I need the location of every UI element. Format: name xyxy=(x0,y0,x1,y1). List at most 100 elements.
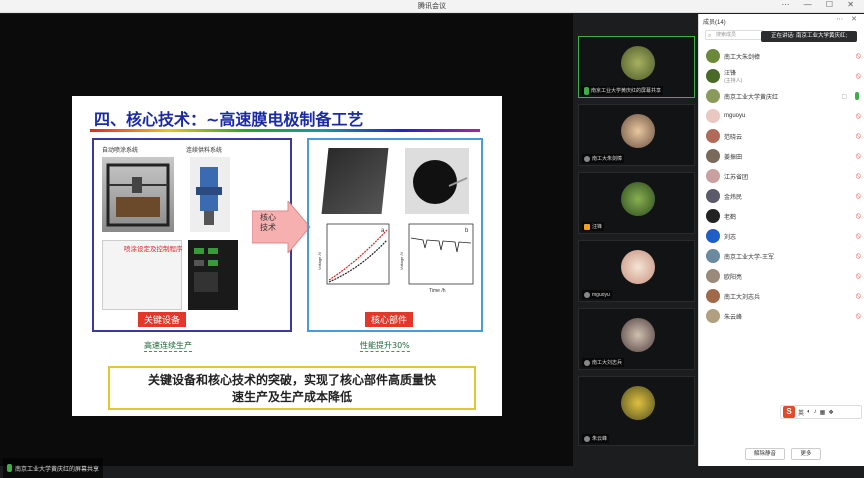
list-item[interactable]: 老鹤 ⦸ xyxy=(699,206,864,226)
list-item[interactable]: 南京工业大学黄庆红 ▢ xyxy=(699,86,864,106)
tile-name: 朱云峰 xyxy=(592,436,608,442)
microphone-muted-icon[interactable]: ⦸ xyxy=(856,71,861,81)
microphone-muted-icon[interactable]: ⦸ xyxy=(856,151,861,161)
avatar xyxy=(706,69,720,83)
list-item[interactable]: 刘志 ⦸ xyxy=(699,226,864,246)
panel-controls[interactable]: ⋯ ✕ xyxy=(836,15,860,23)
arrow-text-line-1: 核心 xyxy=(260,213,276,222)
microphone-icon[interactable]: ♪ xyxy=(814,409,817,415)
microphone-muted-icon[interactable]: ⦸ xyxy=(856,171,861,181)
microphone-muted-icon[interactable]: ⦸ xyxy=(856,131,861,141)
control-panel-screenshot xyxy=(188,240,238,310)
presentation-slide: 四、核心技术：~高速膜电极制备工艺 自动喷涂系统 连续供料系统 喷涂设定及控制程… xyxy=(72,96,502,416)
title-underline xyxy=(90,129,480,132)
member-name: 南工大刘志兵 xyxy=(724,294,761,301)
video-tile[interactable]: 南工大朱剑樟 xyxy=(578,104,695,166)
microphone-muted-icon[interactable]: ⦸ xyxy=(856,111,861,121)
video-tile[interactable]: 汪锋 xyxy=(578,172,695,234)
member-name: 江苏省团 xyxy=(724,174,749,181)
list-item[interactable]: 南工大朱剑樟 ⦸ xyxy=(699,46,864,66)
list-item[interactable]: 金炜民 ⦸ xyxy=(699,186,864,206)
core-technology-arrow: 核心 技术 xyxy=(251,199,312,258)
member-name: 金炜民 xyxy=(724,194,743,201)
microphone-muted-icon[interactable]: ⦸ xyxy=(856,231,861,241)
membrane-electrode-photo xyxy=(321,148,389,214)
member-name: 南工大朱剑樟 xyxy=(724,54,761,61)
member-name: 南京工业大学-王军 xyxy=(724,254,774,261)
microphone-off-icon xyxy=(584,291,590,298)
list-item[interactable]: 汪锋 (主持人) ⦸ xyxy=(699,66,864,86)
control-program-caption: 喷涂设定及控制程序 xyxy=(124,246,183,253)
avatar xyxy=(706,169,720,183)
tile-name: 南工大朱剑樟 xyxy=(592,156,623,162)
speaking-text: 正在讲话: 南京工业大学黄庆红; xyxy=(771,33,848,39)
list-item[interactable]: mguoyu ⦸ xyxy=(699,106,864,126)
avatar xyxy=(706,309,720,323)
microphone-muted-icon[interactable]: ⦸ xyxy=(856,291,861,301)
moon-icon[interactable]: ◐ xyxy=(807,409,811,415)
tile-name-bar: 朱云峰 xyxy=(582,434,610,443)
polarization-chart: a Voltage /V xyxy=(317,223,390,285)
microphone-muted-icon[interactable]: ⦸ xyxy=(856,51,861,61)
video-tile[interactable]: 朱云峰 xyxy=(578,376,695,446)
members-panel: 成员(14) ⋯ ✕ ⌕ 搜索成员 正在讲话: 南京工业大学黄庆红; 南工大朱剑… xyxy=(698,14,864,466)
microphone-muted-icon[interactable]: ⦸ xyxy=(856,211,861,221)
avatar xyxy=(621,182,655,216)
video-tile[interactable]: 南工大刘志兵 xyxy=(578,308,695,370)
avatar xyxy=(706,249,720,263)
unmute-all-button[interactable]: 解除静音 xyxy=(745,448,785,460)
microphone-on-icon[interactable] xyxy=(855,92,859,100)
camera-icon: ▢ xyxy=(841,93,847,100)
key-equipment-label: 关键设备 xyxy=(138,312,187,327)
member-name: 姜振田 xyxy=(724,154,743,161)
avatar xyxy=(621,250,655,284)
keyboard-icon[interactable]: ▦ xyxy=(820,409,826,416)
screen-share-label: 南京工业大学黄庆红的屏幕共享 xyxy=(3,458,104,478)
window-controls[interactable]: ⋯ — ☐ ✕ xyxy=(781,0,860,9)
list-item[interactable]: 姜振田 ⦸ xyxy=(699,146,864,166)
durability-chart: b Time /h Voltage /V xyxy=(399,223,474,294)
avatar xyxy=(621,114,655,148)
ime-toolbar[interactable]: S 英 ◐ ♪ ▦ ❖ xyxy=(780,405,862,419)
member-list: 南工大朱剑樟 ⦸ 汪锋 (主持人) ⦸ 南京工业大学黄庆红 ▢ mguoyu ⦸ 范晓云 ⦸… xyxy=(699,46,864,326)
member-name: 范晓云 xyxy=(724,134,743,141)
ime-language[interactable]: 英 xyxy=(798,408,804,417)
member-name: 汪锋 xyxy=(724,71,737,77)
member-search-input[interactable]: ⌕ 搜索成员 xyxy=(705,30,765,40)
feeding-system-photo xyxy=(190,157,230,232)
avatar xyxy=(706,129,720,143)
avatar xyxy=(706,189,720,203)
microphone-muted-icon[interactable]: ⦸ xyxy=(856,191,861,201)
machine-frame-icon xyxy=(106,163,170,227)
video-tile[interactable]: 南京工业大学黄庆红的屏幕共享 xyxy=(578,36,695,98)
microphone-muted-icon[interactable]: ⦸ xyxy=(856,311,861,321)
avatar xyxy=(706,269,720,283)
tile-name: 南工大刘志兵 xyxy=(592,360,623,366)
search-icon: ⌕ xyxy=(708,33,712,39)
microphone-muted-icon[interactable]: ⦸ xyxy=(856,271,861,281)
tile-name-bar: 汪锋 xyxy=(582,222,605,231)
more-button[interactable]: 更多 xyxy=(791,448,821,460)
microphone-off-icon xyxy=(584,155,590,162)
member-name: 老鹤 xyxy=(724,214,737,221)
microphone-on-icon xyxy=(7,464,12,472)
chart2-ylabel: Voltage /V xyxy=(399,251,404,270)
summary-line-1: 关键设备和核心技术的突破，实现了核心部件高质量快 xyxy=(147,373,436,387)
video-tile[interactable]: mguoyu xyxy=(578,240,695,302)
member-name: 南京工业大学黄庆红 xyxy=(724,94,779,101)
list-item[interactable]: 范晓云 ⦸ xyxy=(699,126,864,146)
list-item[interactable]: 南工大刘志兵 ⦸ xyxy=(699,286,864,306)
microphone-muted-icon[interactable]: ⦸ xyxy=(856,251,861,261)
speaking-indicator: 正在讲话: 南京工业大学黄庆红; xyxy=(761,31,857,42)
screen-share-owner: 南京工业大学黄庆红的屏幕共享 xyxy=(15,466,100,473)
control-panel-grid-icon xyxy=(194,248,218,292)
title-bar: 腾讯会议 ⋯ — ☐ ✕ xyxy=(0,0,864,13)
list-item[interactable]: 朱云峰 ⦸ xyxy=(699,306,864,326)
skin-icon[interactable]: ❖ xyxy=(828,409,833,416)
list-item[interactable]: 欧阳亮 ⦸ xyxy=(699,266,864,286)
list-item[interactable]: 江苏省团 ⦸ xyxy=(699,166,864,186)
list-item[interactable]: 南京工业大学-王军 ⦸ xyxy=(699,246,864,266)
performance-caption: 性能提升30% xyxy=(360,341,410,352)
member-name: 朱云峰 xyxy=(724,314,743,321)
avatar xyxy=(706,229,720,243)
